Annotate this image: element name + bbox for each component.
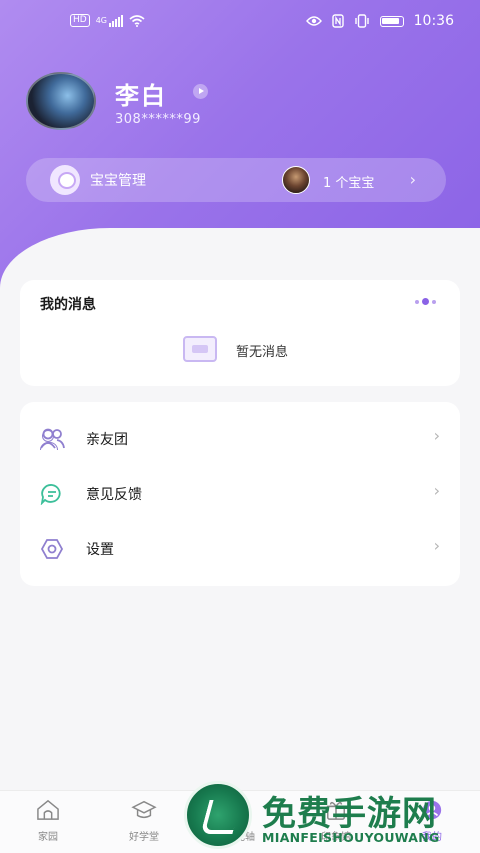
feedback-icon [40, 483, 64, 505]
user-phone: 308******99 [115, 112, 201, 127]
watermark-logo-icon [184, 781, 252, 849]
home-icon [37, 799, 59, 820]
empty-message-text: 暂无消息 [236, 345, 289, 360]
profile-arrow-icon[interactable] [193, 84, 208, 99]
watermark-title: 免费手游网 [262, 794, 437, 834]
eye-icon [305, 16, 322, 26]
nav-item-school[interactable]: 好学堂 [104, 799, 184, 843]
graduation-cap-icon [131, 800, 157, 819]
settings-icon [40, 538, 64, 560]
avatar[interactable] [26, 72, 96, 130]
vibrate-icon [354, 14, 369, 28]
menu-label-feedback: 意见反馈 [86, 487, 142, 503]
watermark-subtitle: MIANFEISHOUYOUWANG [262, 830, 440, 845]
messages-title: 我的消息 [40, 297, 96, 313]
signal-icon [109, 14, 123, 27]
menu-label-friends: 亲友团 [86, 432, 128, 448]
network-label: 4G [95, 16, 107, 25]
menu-item-feedback[interactable]: 意见反馈 › [20, 467, 460, 521]
chevron-right-icon: › [433, 481, 440, 500]
nfc-icon [331, 14, 344, 28]
nav-label-home: 家园 [38, 832, 58, 843]
chevron-right-icon: › [433, 536, 440, 555]
baby-count: 1 个宝宝 [323, 176, 375, 191]
baby-face-icon [50, 165, 80, 195]
empty-message-icon [183, 336, 217, 362]
menu-card: 亲友团 › 意见反馈 › 设置 › [20, 402, 460, 586]
user-name: 李白 [115, 82, 167, 110]
menu-item-friends[interactable]: 亲友团 › [20, 412, 460, 466]
hd-icon: HD [70, 14, 90, 27]
chevron-right-icon: › [409, 170, 416, 189]
status-bar: HD 4G 10:36 [0, 0, 480, 44]
status-time: 10:36 [413, 13, 454, 29]
baby-management-label: 宝宝管理 [90, 173, 146, 189]
baby-avatar [282, 166, 310, 194]
more-dots-icon[interactable] [415, 298, 436, 305]
chevron-right-icon: › [433, 426, 440, 445]
friends-icon [40, 428, 65, 450]
nav-item-home[interactable]: 家园 [8, 799, 88, 843]
messages-card[interactable]: 我的消息 暂无消息 [20, 280, 460, 386]
wifi-icon [129, 14, 145, 27]
menu-item-settings[interactable]: 设置 › [20, 522, 460, 576]
nav-label-school: 好学堂 [129, 832, 159, 843]
battery-icon [379, 15, 404, 27]
menu-label-settings: 设置 [86, 542, 114, 558]
baby-management-bar[interactable]: 宝宝管理 1 个宝宝 › [26, 158, 446, 202]
